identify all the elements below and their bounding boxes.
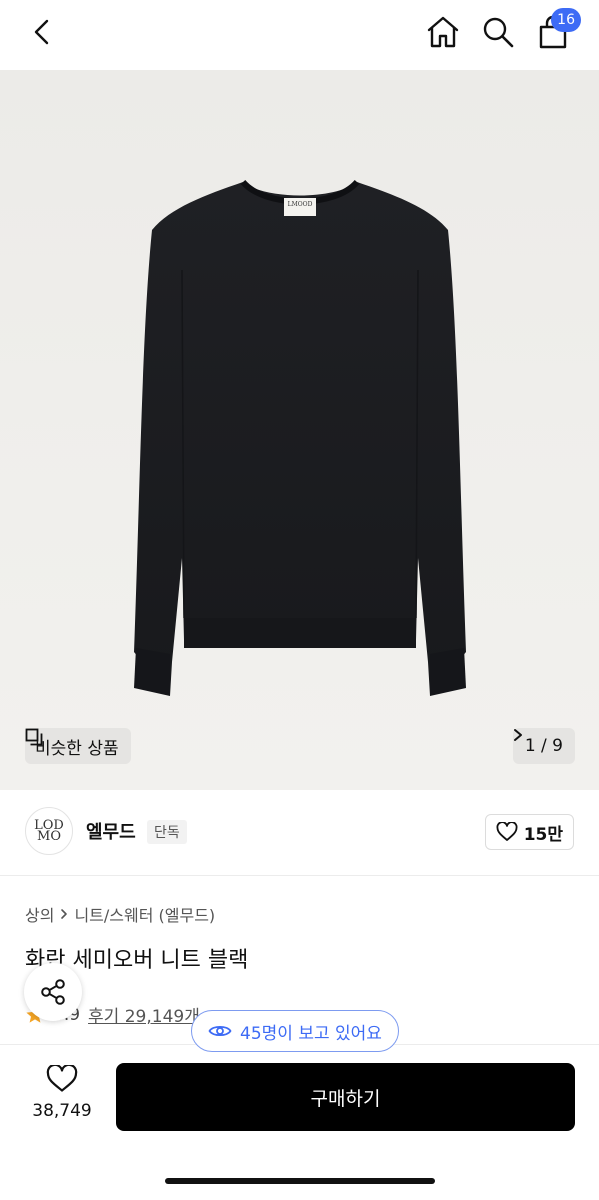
garment-label-text: LMOOD <box>287 201 313 208</box>
home-indicator[interactable] <box>165 1178 435 1184</box>
image-pager-text: 1 / 9 <box>524 736 563 756</box>
eye-icon <box>208 1025 232 1037</box>
buy-button[interactable]: 구매하기 <box>116 1063 575 1131</box>
viewers-count-text: 45명이 보고 있어요 <box>240 1023 382 1044</box>
cart-button[interactable]: 16 <box>531 8 581 54</box>
similar-products-button[interactable]: 비슷한 상품 <box>25 728 131 764</box>
brand-logo[interactable]: LOD MO <box>25 807 73 855</box>
share-button[interactable] <box>24 963 82 1021</box>
wishlist-button[interactable]: 38,749 <box>26 1063 98 1121</box>
chevron-right-icon <box>513 729 522 741</box>
breadcrumb-item-category[interactable]: 상의 <box>25 902 54 926</box>
bottom-action-bar: 38,749 구매하기 <box>0 1044 599 1200</box>
back-button[interactable] <box>20 10 64 54</box>
cart-count-badge: 16 <box>551 8 581 32</box>
image-pager-button[interactable]: 1 / 9 <box>512 728 575 764</box>
reviews-link[interactable]: 후기 29,149개 <box>88 1002 200 1027</box>
heart-icon <box>46 1063 78 1092</box>
breadcrumb: 상의 니트/스웨터 (엘무드) <box>25 902 215 926</box>
exclusive-badge: 단독 <box>147 820 187 844</box>
home-icon <box>427 16 459 48</box>
brand-logo-line2: MO <box>37 829 61 844</box>
product-image-carousel[interactable]: LMOOD 비슷한 상품 1 / 9 <box>0 70 599 790</box>
brand-like-button[interactable]: 15만 <box>484 814 574 850</box>
similar-products-label: 비슷한 상품 <box>35 738 119 759</box>
brand-row: LOD MO 엘무드 단독 15만 <box>0 790 599 876</box>
breadcrumb-item-subcategory[interactable]: 니트/스웨터 (엘무드) <box>74 902 215 926</box>
brand-name[interactable]: 엘무드 <box>86 818 136 844</box>
heart-icon <box>496 822 518 841</box>
wishlist-count: 38,749 <box>32 1101 92 1121</box>
share-icon <box>41 979 65 1005</box>
home-button[interactable] <box>421 10 465 54</box>
sweater-image <box>134 179 466 696</box>
chevron-left-icon <box>34 19 49 45</box>
chevron-right-icon <box>61 909 68 919</box>
search-button[interactable] <box>476 10 520 54</box>
top-navigation-bar: 16 <box>0 0 599 70</box>
search-icon <box>483 17 514 48</box>
viewers-count-pill: 45명이 보고 있어요 <box>191 1010 399 1052</box>
brand-like-count: 15만 <box>523 824 563 845</box>
copy-icon <box>25 728 43 746</box>
